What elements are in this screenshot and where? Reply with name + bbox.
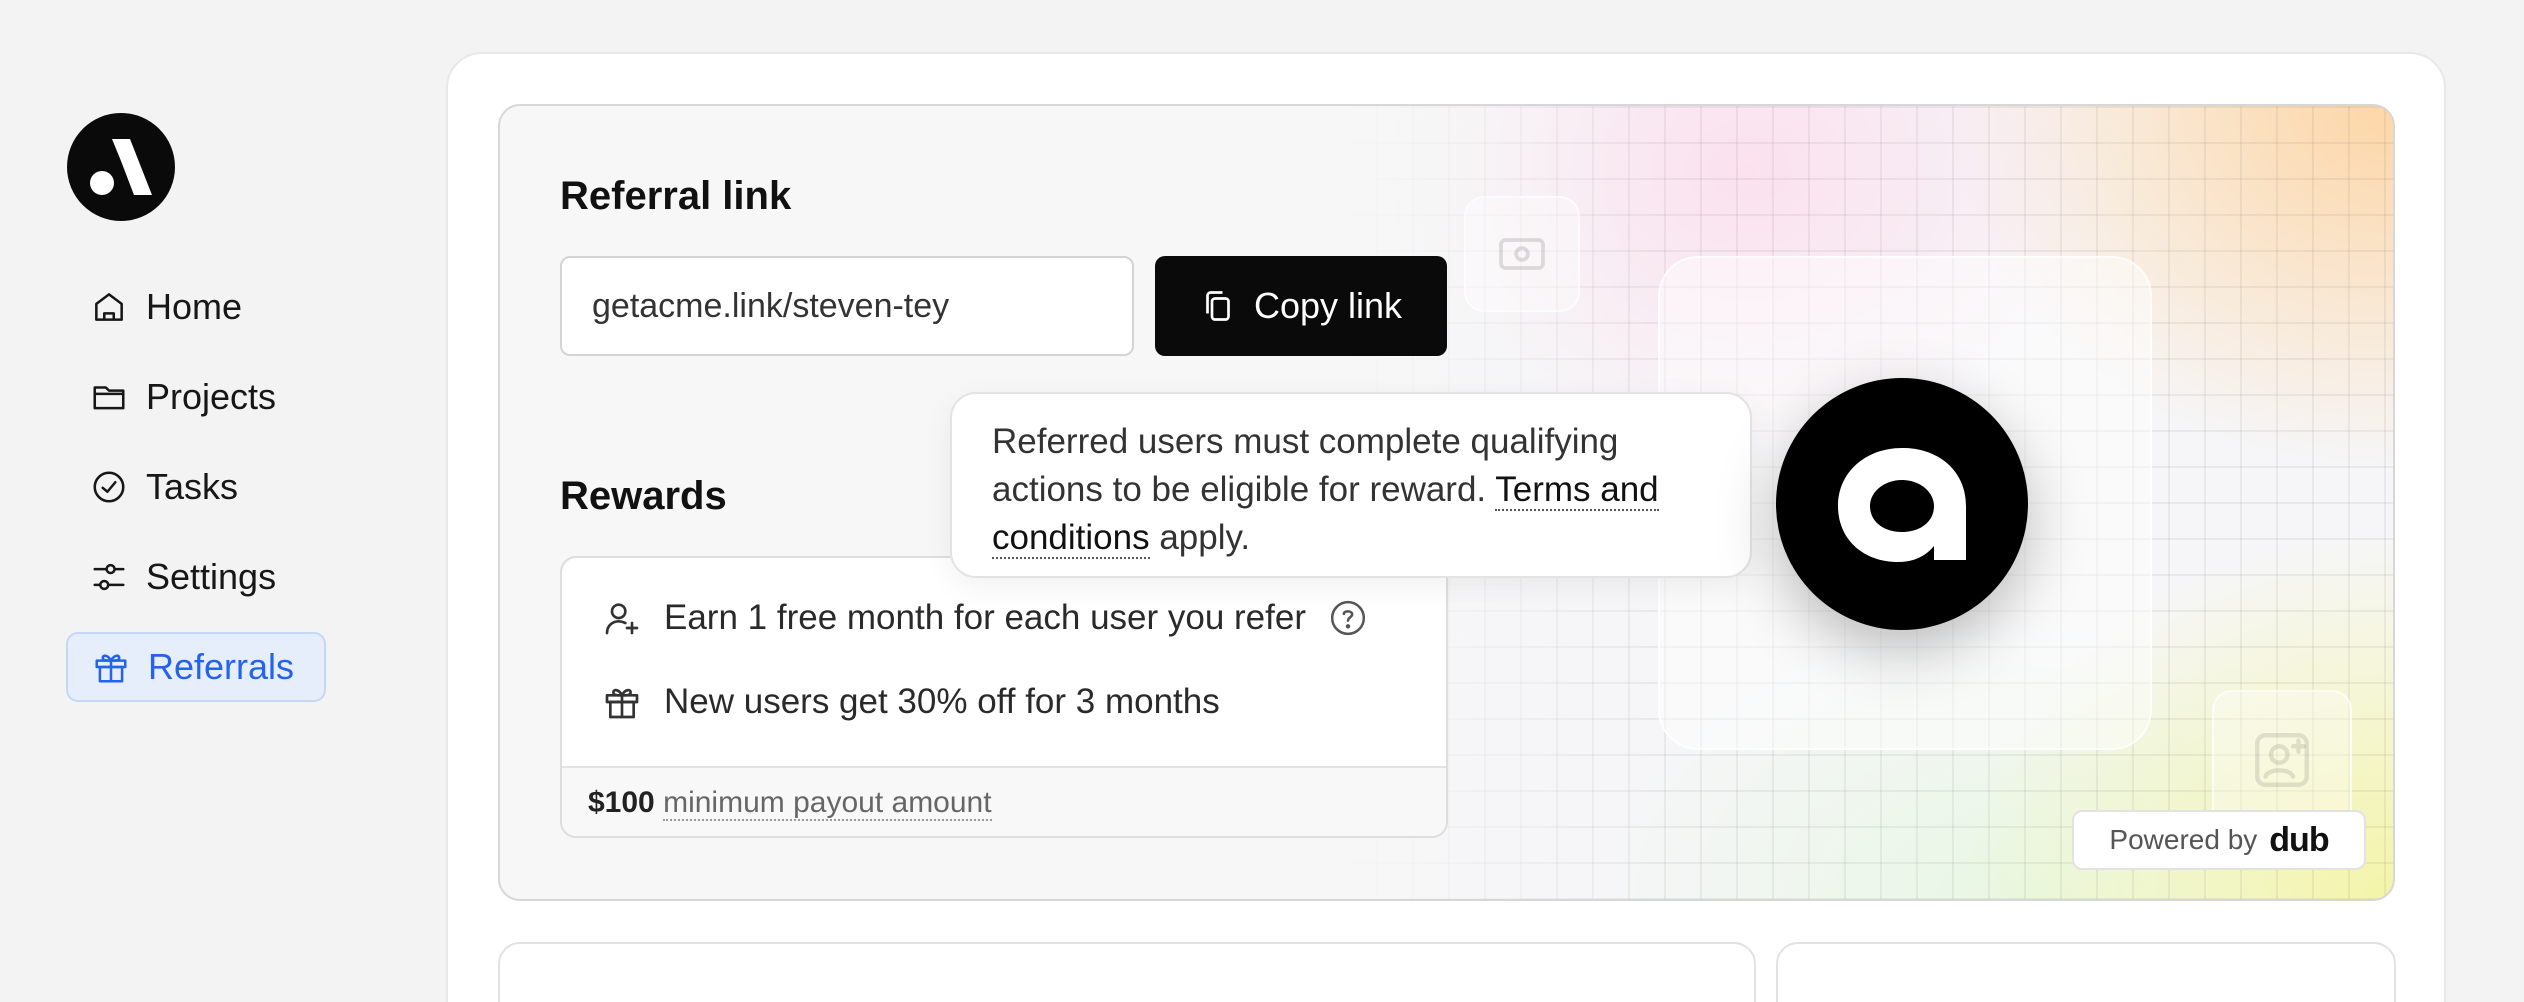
banknote-ghost-card	[1464, 196, 1580, 312]
payout-amount: $100	[588, 786, 655, 819]
check-circle-icon	[93, 471, 125, 503]
sidebar-item-label: Tasks	[146, 466, 239, 507]
rewards-title: Rewards	[560, 474, 727, 518]
bottom-card-left	[498, 942, 1756, 1002]
sidebar-item-tasks[interactable]: Tasks	[66, 452, 326, 522]
powered-by-badge[interactable]: Powered by dub	[2072, 810, 2366, 870]
sidebar-item-settings[interactable]: Settings	[66, 542, 326, 612]
sidebar-item-label: Settings	[146, 556, 277, 597]
copy-link-label: Copy link	[1253, 285, 1403, 326]
payout-info: $100 minimum payout amount	[588, 786, 992, 821]
referral-link-title: Referral link	[560, 174, 792, 218]
acme-large-logo-icon	[1776, 378, 2028, 630]
dub-logo: dub	[2269, 820, 2329, 859]
terms-tooltip: Referred users must complete qualifying …	[950, 392, 1752, 578]
user-plus-icon	[605, 603, 639, 635]
reward-item: Earn 1 free month for each user you refe…	[602, 596, 1406, 640]
help-circle-icon[interactable]	[1328, 598, 1368, 638]
referral-link-input[interactable]: getacme.link/steven-tey	[560, 256, 1134, 356]
sidebar-item-referrals[interactable]: Referrals	[66, 632, 326, 702]
sliders-icon	[93, 563, 125, 591]
user-plus-ghost-card	[2212, 690, 2352, 830]
sidebar-item-home[interactable]: Home	[66, 272, 326, 342]
referral-hero-card: Referral link getacme.link/steven-tey Co…	[498, 104, 2395, 901]
sidebar-item-projects[interactable]: Projects	[66, 362, 326, 432]
copy-icon	[1206, 291, 1230, 321]
copy-link-button[interactable]: Copy link	[1155, 256, 1447, 356]
sidebar-item-label: Projects	[146, 376, 277, 417]
reward-text: Earn 1 free month for each user you refe…	[664, 598, 1306, 637]
rewards-list: Earn 1 free month for each user you refe…	[562, 558, 1446, 768]
sidebar-nav: Home Projects Tasks Settings Referrals	[66, 272, 326, 722]
sidebar-item-label: Referrals	[148, 646, 295, 687]
referral-link-value: getacme.link/steven-tey	[592, 286, 950, 325]
bottom-card-right	[1776, 942, 2396, 1002]
reward-text: New users get 30% off for 3 months	[664, 682, 1220, 721]
powered-by-label: Powered by	[2109, 824, 2258, 855]
gift-icon	[95, 654, 127, 683]
gift-icon	[605, 688, 639, 719]
rewards-box: Earn 1 free month for each user you refe…	[560, 556, 1448, 838]
reward-item: New users get 30% off for 3 months	[602, 680, 1406, 724]
user-plus-icon	[2255, 733, 2309, 787]
banknote-icon	[1499, 238, 1545, 270]
sidebar-item-label: Home	[146, 286, 243, 327]
folder-icon	[93, 386, 125, 410]
payout-label[interactable]: minimum payout amount	[663, 786, 992, 821]
app-root: Home Projects Tasks Settings Referrals R…	[0, 0, 2524, 1002]
home-icon	[95, 293, 123, 321]
tooltip-text-end: apply.	[1149, 518, 1251, 557]
acme-logo-icon[interactable]	[67, 113, 175, 221]
